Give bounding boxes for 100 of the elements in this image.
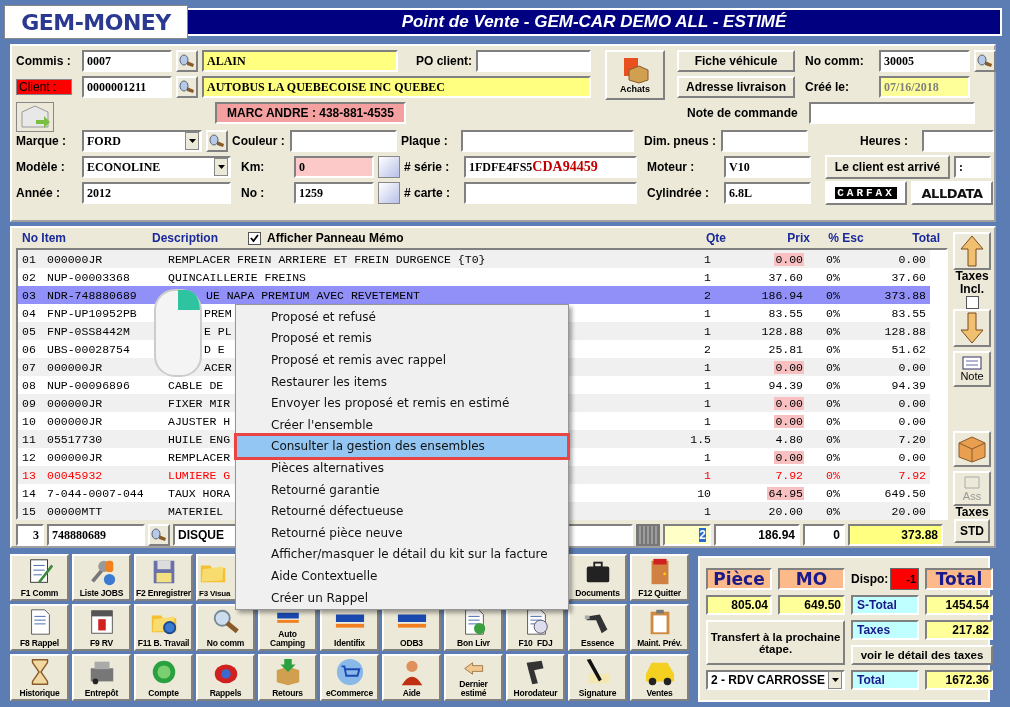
contact-field: MARC ANDRE : 438-881-4535 (215, 102, 406, 124)
dispo-field: -1 (890, 568, 919, 590)
table-cell: NUP-00003368 (47, 270, 130, 284)
field-label: Année : (16, 186, 61, 200)
table-cell: 0% (826, 252, 840, 266)
table-cell-text: 1 (704, 270, 712, 284)
checkbox-label: Afficher Panneau Mémo (267, 231, 404, 245)
table-cell-text: 649.50 (884, 486, 927, 500)
taxes-label: Taxes (851, 620, 919, 640)
price-cell: 0.00 (774, 396, 804, 410)
table-cell: CABLE DE (168, 378, 224, 392)
table-cell-text: 10 (21, 414, 36, 428)
table-cell-text: 1 (704, 306, 712, 320)
table-cell: FNP-0SS8442M (47, 324, 130, 338)
table-cell: 000000JR (47, 396, 103, 410)
total-header: Total (925, 568, 993, 590)
table-cell-text: 1.5 (690, 432, 712, 446)
price-cell: 0.00 (774, 252, 804, 266)
table-cell-text: 13 (21, 468, 36, 482)
table-cell-text: 08 (21, 378, 36, 392)
field-label: # série : (404, 160, 451, 174)
table-cell: 0% (826, 378, 840, 392)
table-cell: FNP-UP10952PB (47, 306, 137, 320)
table-cell-text: UE NAPA PREMIUM AVEC REVETEMENT (205, 288, 420, 302)
table-cell: 0% (826, 486, 840, 500)
field-label: Créé le: (805, 80, 851, 94)
window-title: Point de Vente - GEM-CAR DEMO ALL - ESTIMÉ (188, 8, 1002, 36)
table-cell-text: 1 (704, 360, 712, 374)
table-cell: REMPLACER (168, 450, 231, 464)
taxes-incl-label: Taxes Incl. (954, 270, 990, 296)
table-cell: 0% (826, 360, 840, 374)
price-cell: 25.81 (767, 342, 804, 356)
table-cell-text: 01 (21, 252, 36, 266)
table-cell: NDR-748880689 (47, 288, 137, 302)
table-cell: 0% (826, 342, 840, 356)
table-cell: UBS-00028754 (47, 342, 130, 356)
table-cell: 000000JR (47, 450, 103, 464)
logo: GEM-MONEY (4, 5, 188, 39)
column-header: Total (911, 231, 941, 245)
table-cell-text: ACER (203, 360, 232, 374)
price-cell: 0.00 (774, 414, 804, 428)
table-cell-text: 20.00 (891, 504, 927, 518)
table-cell: FIXER MIR (168, 396, 231, 410)
table-cell-text: E PL (203, 324, 232, 338)
table-cell-text: 12 (21, 450, 36, 464)
table-cell-text: 0.00 (898, 414, 927, 428)
table-cell: 000000JR (47, 252, 103, 266)
table-cell-text: 10 (697, 486, 712, 500)
table-cell: 00045932 (47, 468, 103, 482)
field-label: No : (241, 186, 266, 200)
client-name-field: AUTOBUS LA QUEBECOISE INC QUEBEC (202, 76, 591, 98)
table-cell: 7-044-0007-044 (47, 486, 144, 500)
table-cell-text: 04 (21, 306, 36, 320)
table-cell: LUMIERE G (168, 468, 231, 482)
price-cell: 64.95 (767, 486, 804, 500)
table-cell: TAUX HORA (168, 486, 231, 500)
table-cell-text: 7.92 (898, 468, 927, 482)
table-cell: NUP-00096896 (47, 378, 130, 392)
table-cell: 00000MTT (47, 504, 103, 518)
table-cell: 0% (826, 504, 840, 518)
commis-name-field: ALAIN (202, 50, 398, 72)
table-cell-text: 7.20 (898, 432, 927, 446)
field-label: Plaque : (401, 134, 449, 148)
table-cell-text: 373.88 (884, 288, 927, 302)
table-cell-text: 0.00 (898, 396, 927, 410)
table-cell-text: 0.00 (898, 252, 927, 266)
field-label: Heures : (858, 134, 908, 148)
table-cell-text: 2 (704, 288, 712, 302)
table-cell-text: 14 (21, 486, 36, 500)
table-cell: REMPLACER FREIN ARRIERE ET FREIN DURGENCE {T0} (168, 252, 486, 266)
table-cell-text: 02 (21, 270, 36, 284)
table-cell: HUILE ENG (168, 432, 231, 446)
field-label: # carte : (404, 186, 452, 200)
table-cell-text: PREM (203, 306, 232, 320)
field-label: Moteur : (647, 160, 696, 174)
table-cell: 05517730 (47, 432, 103, 446)
table-cell-text: 0.00 (898, 360, 927, 374)
table-cell-text: 1 (704, 324, 712, 338)
total-value: 1672.36 (925, 670, 993, 690)
dispo-label: Dispo: (851, 572, 889, 586)
price-cell: 0.00 (774, 360, 804, 374)
field-label: Commis : (16, 54, 72, 68)
price-cell: 20.00 (767, 504, 804, 518)
table-cell: 000000JR (47, 414, 103, 428)
field-label: Km: (241, 160, 266, 174)
table-cell-text: 51.62 (891, 342, 927, 356)
table-cell-text: 06 (21, 342, 36, 356)
table-cell: 0% (826, 396, 840, 410)
price-cell: 7.92 (774, 468, 804, 482)
total-field: 373.88 (848, 524, 943, 546)
table-cell: 000000JR (47, 360, 103, 374)
price-cell: 128.88 (760, 324, 804, 338)
field-label: Modèle : (16, 160, 66, 174)
table-cell-text: 07 (21, 360, 36, 374)
table-cell-text: 1 (704, 378, 712, 392)
table-cell-text: 09 (21, 396, 36, 410)
price-cell: 186.94 (760, 288, 804, 302)
table-cell: QUINCAILLERIE FREINS (168, 270, 307, 284)
s-total-label: S-Total (851, 595, 919, 615)
price-cell: 37.60 (767, 270, 804, 284)
